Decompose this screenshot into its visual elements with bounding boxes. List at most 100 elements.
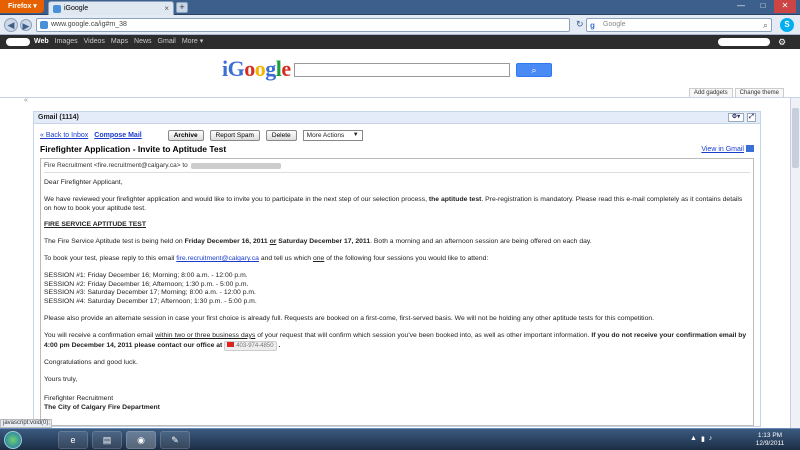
confirm-text-b: of your request that will confirm which … (257, 331, 590, 339)
intro-bold: the aptitude test (428, 195, 482, 203)
clock-date: 12/9/2011 (755, 440, 785, 447)
back-icon[interactable]: ◀ (4, 18, 18, 32)
view-in-gmail-label: View in Gmail (701, 146, 744, 153)
maximize-icon[interactable]: □ (752, 0, 774, 13)
igoogle-header: iGoogle ⌕ Add gadgets Change theme (0, 49, 800, 98)
gbar-link-images[interactable]: Images (55, 35, 78, 49)
clock[interactable]: 1:13 PM 12/9/2011 (752, 432, 788, 448)
session-4: SESSION #4: Saturday December 17; Aftern… (44, 298, 257, 306)
tray-arrow-icon[interactable]: ▲ (690, 435, 697, 443)
logo-letter: e (281, 56, 291, 81)
google-search-input[interactable] (294, 63, 510, 77)
skype-icon[interactable]: S (780, 18, 794, 32)
scrollbar-thumb[interactable] (792, 108, 799, 168)
firefox-menu-label: Firefox (8, 3, 32, 10)
report-spam-button[interactable]: Report Spam (209, 129, 260, 141)
minimize-icon[interactable]: — (730, 0, 752, 13)
gadget-menu-icon[interactable]: ⚙▾ (728, 113, 744, 122)
gear-icon[interactable]: ⚙ (778, 35, 786, 49)
favicon-icon (53, 4, 61, 13)
view-in-gmail-link[interactable]: View in Gmail (701, 145, 754, 153)
url-bar[interactable]: www.google.ca/ig#m_38 ☆ (36, 18, 595, 32)
phone-number[interactable]: 403-974-4850 (224, 340, 277, 352)
search-bar[interactable]: g Google ⌕ (586, 18, 772, 32)
redacted-username (6, 38, 30, 46)
recruitment-email-link[interactable]: fire.recruitment@calgary.ca (176, 255, 259, 262)
collapse-sidebar-icon[interactable]: « (24, 97, 28, 104)
page-scrollbar[interactable] (790, 98, 800, 428)
confirm-underline: within two or three business days (155, 331, 256, 339)
logo-letter: G (227, 56, 245, 81)
google-bar: Web Images Videos Maps News Gmail More ▾… (0, 35, 800, 49)
network-icon[interactable]: ▮ (701, 435, 705, 443)
system-tray: ▲ ▮ ♪ (690, 435, 712, 443)
archive-button[interactable]: Archive (167, 129, 204, 141)
tab-title: iGoogle (64, 5, 89, 12)
status-bar: javascript:void(0); (0, 419, 52, 428)
forward-icon[interactable]: ▶ (20, 19, 32, 31)
email-from-line: Fire Recruitment <fire.recruitment@calga… (44, 162, 750, 169)
phone-text: 403-974-4850 (236, 342, 274, 349)
compose-mail-link[interactable]: Compose Mail (94, 132, 141, 139)
close-tab-icon[interactable]: × (164, 4, 169, 13)
session-1: SESSION #1: Friday December 16; Morning;… (44, 271, 248, 279)
taskbar-ie-icon[interactable]: e (58, 431, 88, 449)
gbar-link-maps[interactable]: Maps (111, 35, 128, 49)
paragraph-booking: To book your test, please reply to this … (44, 255, 750, 264)
clock-time: 1:13 PM (757, 432, 783, 439)
google-search-engine-icon[interactable]: g (590, 20, 595, 32)
search-icon[interactable]: ⌕ (763, 19, 768, 31)
taskbar-explorer-icon[interactable]: ▤ (92, 431, 122, 449)
paragraph-alternate: Please also provide an alternate session… (44, 314, 655, 322)
start-button[interactable] (4, 431, 22, 449)
email-subject: Firefighter Application - Invite to Apti… (40, 144, 227, 154)
delete-button[interactable]: Delete (265, 129, 297, 141)
date-2: Saturday December 17, 2011 (278, 238, 371, 246)
header-divider (0, 97, 800, 98)
tab-bar: Firefox ▾ iGoogle × + — □ ✕ (0, 0, 800, 15)
taskbar-firefox-icon[interactable]: ◉ (126, 431, 156, 449)
gbar-link-web[interactable]: Web (34, 35, 49, 49)
search-icon: ⌕ (531, 65, 537, 75)
confirm-text-a: You will receive a confirmation email (44, 331, 154, 339)
dates-text-b: . Both a morning and an afternoon sessio… (370, 238, 592, 246)
paragraph-closing: Yours truly, (44, 376, 78, 384)
gadget-maximize-icon[interactable]: ⤢ (747, 113, 756, 122)
google-bar-links: Web Images Videos Maps News Gmail More ▾ (34, 35, 203, 49)
volume-icon[interactable]: ♪ (709, 435, 713, 443)
session-2: SESSION #2: Friday December 16; Afternoo… (44, 280, 249, 288)
site-icon (40, 21, 48, 29)
close-window-icon[interactable]: ✕ (774, 0, 796, 13)
gbar-link-videos[interactable]: Videos (84, 35, 105, 49)
header-separator (44, 172, 750, 173)
heading-text: FIRE SERVICE APTITUDE TEST (44, 221, 146, 229)
section-heading: FIRE SERVICE APTITUDE TEST (44, 221, 750, 230)
back-to-inbox-link[interactable]: « Back to Inbox (40, 132, 88, 139)
navigation-bar: ◀ ▶ www.google.ca/ig#m_38 ☆ ↻ g Google ⌕… (0, 15, 800, 35)
firefox-menu-button[interactable]: Firefox ▾ (0, 0, 44, 13)
more-actions-select[interactable]: More Actions ▼ (302, 129, 363, 141)
gbar-link-news[interactable]: News (134, 35, 152, 49)
gadget-controls: ⚙▾ ⤢ (728, 113, 756, 122)
gbar-link-more[interactable]: More ▾ (182, 35, 203, 49)
dropdown-caret-icon: ▼ (352, 131, 359, 138)
from-text: Fire Recruitment <fire.recruitment@calga… (44, 162, 188, 169)
windows-taskbar: e ▤ ◉ ✎ ▲ ▮ ♪ 1:13 PM 12/9/2011 (0, 428, 800, 450)
taskbar-app-icon[interactable]: ✎ (160, 431, 190, 449)
paragraph-confirmation: You will receive a confirmation email wi… (44, 332, 750, 352)
booking-text-c: of the following four sessions you would… (326, 254, 489, 262)
gadget-title[interactable]: Gmail (1114) (38, 114, 79, 121)
message-actions: « Back to Inbox Compose Mail Archive Rep… (40, 129, 740, 141)
gbar-link-gmail[interactable]: Gmail (158, 35, 176, 49)
email-body: Dear Firefighter Applicant, We have revi… (44, 179, 750, 413)
browser-window: Firefox ▾ iGoogle × + — □ ✕ ◀ ▶ www.goog… (0, 0, 800, 450)
logo-letter: g (265, 56, 276, 81)
new-tab-button[interactable]: + (176, 2, 188, 13)
google-search-button[interactable]: ⌕ (516, 63, 552, 77)
logo-letter: o (254, 56, 266, 81)
paragraph-congrats: Congratulations and good luck. (44, 359, 138, 367)
search-placeholder: Google (603, 21, 626, 28)
external-window-icon (746, 145, 754, 152)
tab-igoogle[interactable]: iGoogle × (48, 1, 174, 15)
reload-icon[interactable]: ↻ (576, 19, 584, 30)
